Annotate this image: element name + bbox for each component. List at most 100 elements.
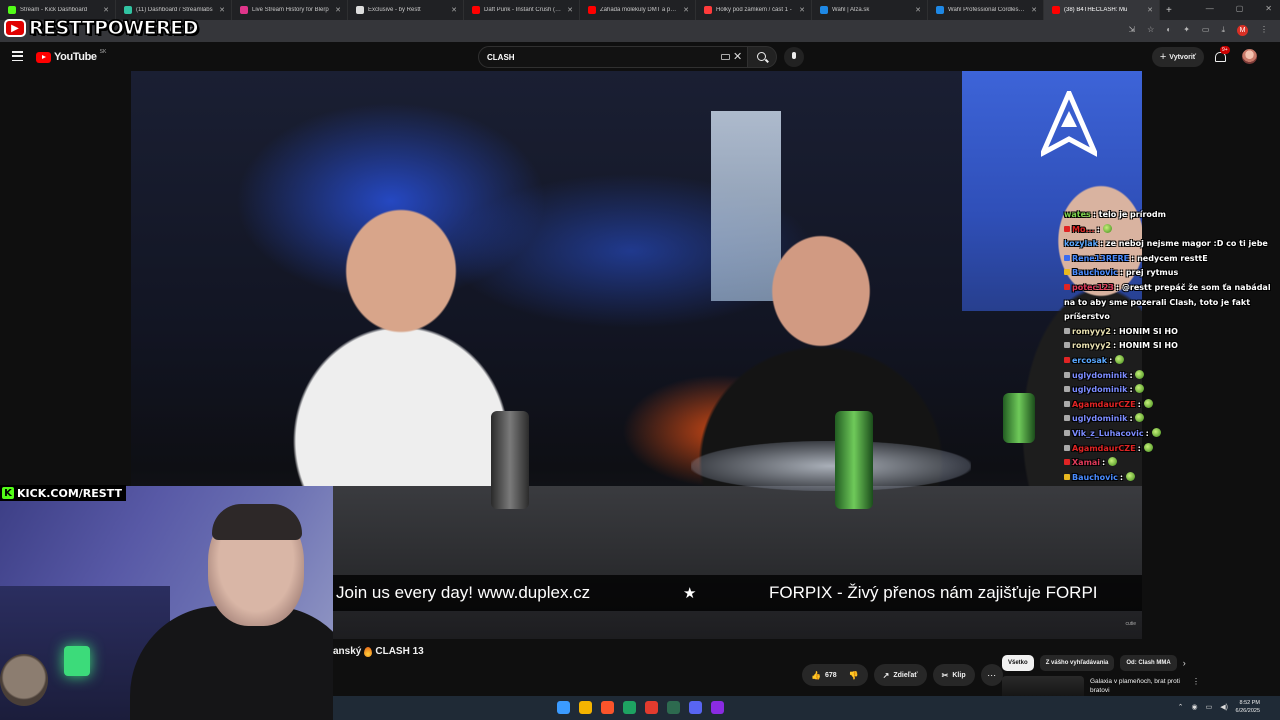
webcam-streamer-hair bbox=[212, 504, 302, 540]
puzzle-icon[interactable]: ✦ bbox=[1183, 25, 1190, 36]
clock-time: 8:52 PM bbox=[1239, 700, 1260, 706]
more-actions-button[interactable]: ⋯ bbox=[980, 664, 1003, 686]
chat-badge-icon bbox=[1064, 327, 1070, 334]
chevron-right-icon[interactable]: › bbox=[1183, 658, 1186, 668]
chat-text: nedycem resttE bbox=[1137, 253, 1208, 263]
chat-separator: : bbox=[1137, 399, 1144, 409]
tab-favicon-icon bbox=[124, 6, 132, 14]
tab-close-icon[interactable]: ✕ bbox=[799, 6, 805, 14]
share-button[interactable]: ↗ Zdieľať bbox=[873, 664, 927, 686]
tab-close-icon[interactable]: ✕ bbox=[1147, 6, 1153, 14]
chat-text: telo je prírodm bbox=[1098, 210, 1166, 219]
tray-chevron-icon[interactable]: ⌃ bbox=[1178, 703, 1184, 711]
taskbar-app-icon[interactable] bbox=[557, 701, 570, 714]
chat-text: HONIM SI HO bbox=[1118, 326, 1178, 336]
thumbs-up-icon: 👍 bbox=[811, 670, 821, 680]
tab-close-icon[interactable]: ✕ bbox=[451, 6, 457, 14]
browser-tab[interactable]: Daft Punk - Instant Crush (Vid ✕ bbox=[464, 0, 580, 20]
chat-badge-icon bbox=[1064, 254, 1070, 261]
related-video-menu-icon[interactable]: ⋮ bbox=[1192, 677, 1200, 686]
chat-emote-icon bbox=[1115, 354, 1125, 364]
browser-tab[interactable]: Záhada molekuly DMT a paraný ✕ bbox=[580, 0, 696, 20]
windows-taskbar: ⌃ ◉ ▭ ◀) 8:52 PM 6/26/2025 bbox=[333, 696, 1280, 720]
taskbar-app-icon[interactable] bbox=[645, 701, 658, 714]
youtube-badge-icon: ▶ bbox=[4, 19, 26, 37]
browser-menu-icon[interactable]: ⋮ bbox=[1260, 25, 1268, 36]
country-code: SK bbox=[99, 49, 107, 55]
taskbar-app-icon[interactable] bbox=[711, 701, 724, 714]
tab-close-icon[interactable]: ✕ bbox=[915, 6, 921, 14]
chat-badge-icon bbox=[1064, 444, 1070, 451]
browser-profile-icon[interactable]: M bbox=[1237, 25, 1248, 36]
browser-tab[interactable]: Live Stream History for Blerp ✕ bbox=[232, 0, 348, 20]
menu-icon[interactable] bbox=[12, 51, 23, 61]
search-input[interactable]: CLASH ✕ bbox=[478, 46, 748, 68]
chat-badge-icon bbox=[1064, 342, 1070, 349]
download-icon[interactable]: ⤓ bbox=[1221, 25, 1225, 36]
sidepanel-icon[interactable]: ▭ bbox=[1202, 25, 1210, 36]
tab-title: (38) B4THECLASH: Mu bbox=[1064, 7, 1128, 13]
video-title: anský CLASH 13 bbox=[333, 646, 424, 657]
scene-can bbox=[491, 411, 529, 509]
browser-tab[interactable]: Wahl Professional Cordless De ✕ bbox=[928, 0, 1044, 20]
maximize-icon[interactable]: ▢ bbox=[1236, 4, 1244, 13]
clear-search-icon[interactable]: ✕ bbox=[733, 50, 742, 63]
taskbar-app-icon[interactable] bbox=[579, 701, 592, 714]
tab-close-icon[interactable]: ✕ bbox=[1031, 6, 1037, 14]
brand-text: RESTTPOWERED bbox=[28, 17, 199, 40]
youtube-play-icon bbox=[36, 51, 51, 63]
chat-username: wates bbox=[1064, 210, 1091, 219]
taskbar-clock[interactable]: 8:52 PM 6/26/2025 bbox=[1236, 699, 1260, 715]
avatar[interactable] bbox=[1242, 49, 1257, 64]
mic-tray-icon[interactable]: ◉ bbox=[1192, 703, 1198, 711]
bookmark-star-icon[interactable]: ☆ bbox=[1147, 25, 1154, 36]
chat-username: AgamdaurCZE bbox=[1072, 443, 1136, 453]
browser-tab[interactable]: (38) B4THECLASH: Mu ✕ bbox=[1044, 0, 1160, 20]
taskbar-app-icon[interactable] bbox=[623, 701, 636, 714]
clip-button[interactable]: ✂ Klip bbox=[932, 664, 975, 686]
tab-close-icon[interactable]: ✕ bbox=[103, 6, 109, 14]
volume-icon[interactable]: ◀) bbox=[1220, 703, 1228, 711]
browser-tab[interactable]: Holky pod zámkem / část 1 - ✕ bbox=[696, 0, 812, 20]
browser-tab[interactable]: Wahl | Alza.sk ✕ bbox=[812, 0, 928, 20]
chat-message: Vik_z_Luhacovic: bbox=[1064, 427, 1276, 442]
taskbar-app-icon[interactable] bbox=[667, 701, 680, 714]
stream-chat-overlay: wates: telo je prírodm Mo...: kozylak: ze… bbox=[1064, 208, 1276, 508]
tab-close-icon[interactable]: ✕ bbox=[683, 6, 689, 14]
clip-label: Klip bbox=[952, 671, 966, 679]
tab-close-icon[interactable]: ✕ bbox=[335, 6, 341, 14]
browser-tab[interactable]: Exclusive - by Restt ✕ bbox=[348, 0, 464, 20]
search-button[interactable] bbox=[747, 46, 777, 68]
minimize-icon[interactable]: — bbox=[1206, 4, 1214, 13]
taskbar-app-icon[interactable] bbox=[689, 701, 702, 714]
chat-username: ercosak bbox=[1072, 355, 1108, 365]
kick-logo-icon: K bbox=[2, 487, 14, 499]
video-actions: 👍 678 👎 ↗ Zdieľať ✂ Klip ⋯ bbox=[802, 664, 1003, 686]
related-video-title[interactable]: Galaxia v plameňoch, brat proti bratovi bbox=[1090, 677, 1200, 695]
chip-all[interactable]: Všetko bbox=[1002, 655, 1034, 671]
thumbs-down-icon[interactable]: 👎 bbox=[849, 671, 859, 680]
keyboard-icon[interactable] bbox=[721, 54, 730, 60]
chat-message: Mo...: bbox=[1064, 223, 1276, 238]
chat-emote-icon bbox=[1135, 384, 1145, 394]
create-button[interactable]: + Vytvoriť bbox=[1152, 47, 1204, 67]
new-tab-icon[interactable]: + bbox=[1166, 5, 1172, 16]
chat-username: Bauchovic bbox=[1072, 268, 1118, 278]
chat-message: uglydominik: bbox=[1064, 412, 1276, 427]
tab-close-icon[interactable]: ✕ bbox=[567, 6, 573, 14]
taskbar-app-icon[interactable] bbox=[601, 701, 614, 714]
chat-separator: : bbox=[1137, 443, 1144, 453]
tab-close-icon[interactable]: ✕ bbox=[219, 6, 225, 14]
webcam-mascot bbox=[0, 654, 48, 706]
chip-from-search[interactable]: Z vášho vyhľadávania bbox=[1039, 655, 1115, 671]
extension-icon[interactable]: ◐ bbox=[1166, 25, 1171, 36]
close-window-icon[interactable]: ✕ bbox=[1265, 4, 1272, 13]
install-icon[interactable]: ⇲ bbox=[1128, 25, 1135, 36]
chat-text: prej rytmus bbox=[1125, 268, 1179, 278]
like-button[interactable]: 👍 678 👎 bbox=[802, 664, 868, 686]
voice-search-icon[interactable] bbox=[784, 47, 804, 67]
chip-from-channel[interactable]: Od: Clash MMA bbox=[1120, 655, 1177, 671]
youtube-logo[interactable]: YouTube SK bbox=[36, 49, 107, 63]
chat-badge-icon bbox=[1064, 386, 1070, 393]
network-icon[interactable]: ▭ bbox=[1206, 703, 1213, 711]
